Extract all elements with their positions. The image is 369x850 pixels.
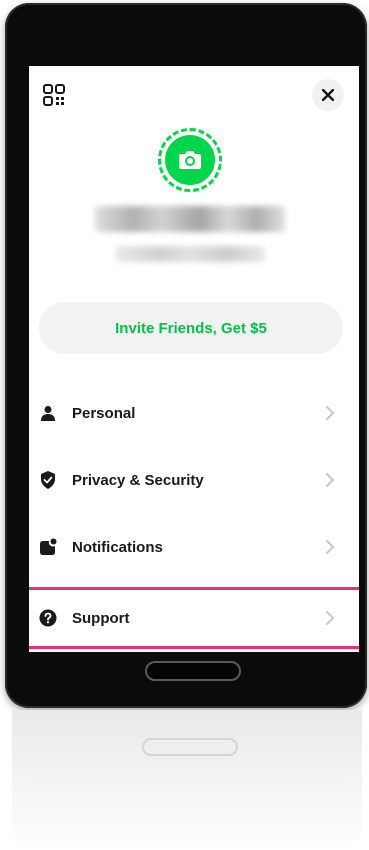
avatar-circle: [165, 135, 215, 185]
reflection-screen: [34, 780, 344, 850]
home-button[interactable]: [145, 661, 241, 681]
menu-item-privacy-security[interactable]: Privacy & Security: [29, 450, 359, 510]
chevron-right-icon: [326, 473, 335, 487]
person-icon: [39, 404, 57, 422]
close-button[interactable]: [312, 79, 344, 111]
menu-item-label: Support: [72, 609, 130, 627]
menu-item-label: Privacy & Security: [72, 471, 204, 489]
profile-handle-redacted: [115, 246, 265, 262]
profile-name-redacted: [95, 206, 285, 232]
qr-code-icon[interactable]: [43, 84, 65, 106]
camera-icon: [179, 151, 201, 169]
avatar[interactable]: [158, 128, 222, 192]
chevron-right-icon: [326, 611, 335, 625]
invite-friends-label: Invite Friends, Get $5: [115, 319, 267, 337]
invite-friends-button[interactable]: Invite Friends, Get $5: [39, 302, 343, 354]
menu-item-personal[interactable]: Personal: [29, 383, 359, 443]
menu-item-support[interactable]: Support: [29, 587, 359, 649]
phone-reflection: [12, 710, 362, 850]
chevron-right-icon: [326, 540, 335, 554]
menu-item-notifications[interactable]: Notifications: [29, 517, 359, 577]
chevron-right-icon: [326, 406, 335, 420]
shield-check-icon: [39, 471, 57, 489]
close-icon: [322, 89, 334, 101]
menu-item-label: Personal: [72, 404, 136, 422]
app-screen: Invite Friends, Get $5 Personal Privacy …: [29, 66, 359, 652]
phone-frame: Invite Friends, Get $5 Personal Privacy …: [5, 3, 367, 708]
menu-item-label: Notifications: [72, 538, 163, 556]
reflection-home-button: [142, 738, 238, 756]
question-circle-icon: [39, 609, 57, 627]
notification-icon: [39, 538, 57, 556]
